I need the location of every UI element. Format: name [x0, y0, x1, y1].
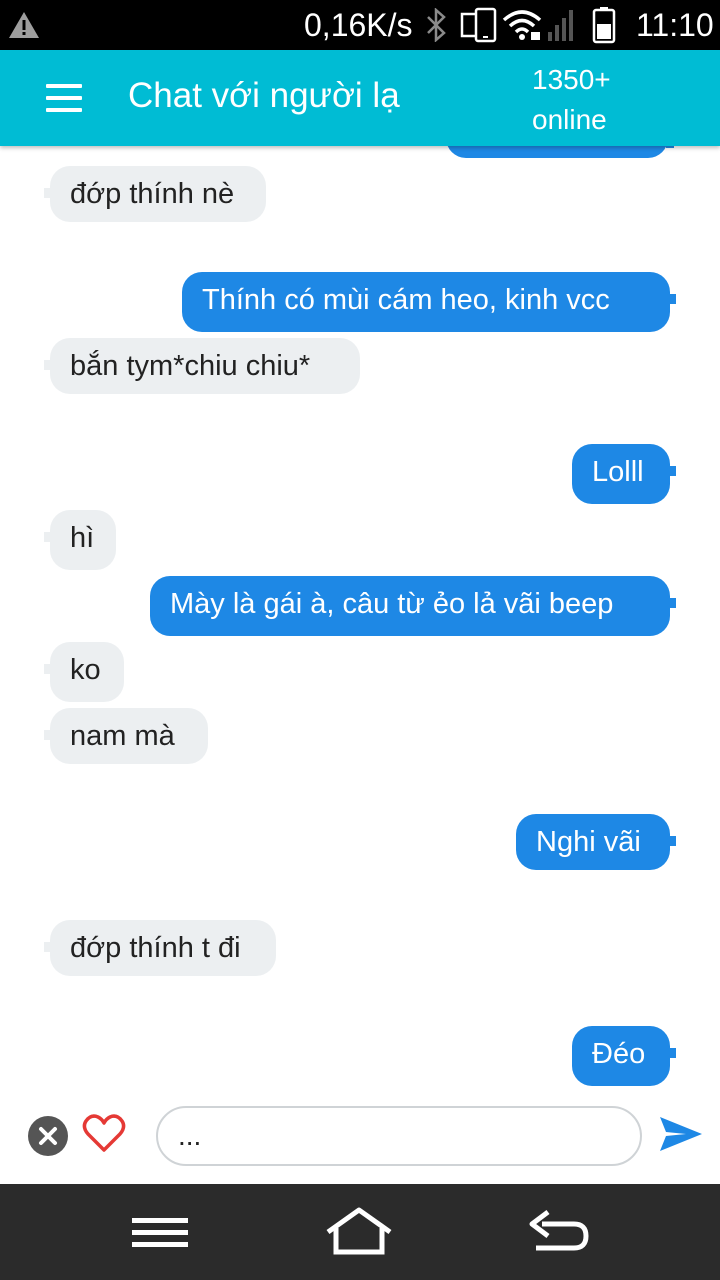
- phone-sync-icon: [460, 6, 498, 49]
- system-nav-bar: [0, 1184, 720, 1280]
- bluetooth-icon: [424, 7, 448, 47]
- message-input[interactable]: [156, 1106, 642, 1166]
- message-bubble-incoming: ko: [44, 642, 124, 702]
- message-bubble-incoming: nam mà: [44, 708, 208, 764]
- network-speed: 0,16K/s: [304, 7, 413, 43]
- status-bar: 0,16K/s 11:10: [0, 0, 720, 50]
- menu-icon[interactable]: [46, 84, 82, 112]
- wifi-icon: [502, 8, 542, 47]
- message-bubble-outgoing: Thính có mùi cám heo, kinh vcc: [182, 272, 676, 332]
- online-counter: 1350+ online: [532, 60, 611, 140]
- heart-icon[interactable]: [82, 1112, 126, 1159]
- chat-area[interactable]: đớp thính nè Thính có mùi cám heo, kinh …: [0, 146, 720, 1096]
- message-bubble-incoming: đớp thính nè: [44, 166, 266, 222]
- message-bubble-outgoing: Nghi vãi: [516, 814, 676, 870]
- message-composer: [0, 1096, 720, 1184]
- message-bubble-incoming: hì: [44, 510, 116, 570]
- online-label: online: [532, 104, 607, 135]
- warning-icon: [8, 10, 40, 45]
- app-bar: Chat với người lạ 1350+ online: [0, 50, 720, 146]
- page-title: Chat với người lạ: [128, 76, 400, 115]
- message-bubble-outgoing: Mày là gái à, câu từ ẻo lả vãi beep: [150, 576, 676, 636]
- close-icon[interactable]: [28, 1116, 68, 1156]
- back-icon[interactable]: [526, 1204, 590, 1265]
- battery-icon: [592, 6, 616, 49]
- online-count: 1350+: [532, 64, 611, 95]
- signal-icon: [546, 8, 578, 47]
- message-bubble-outgoing: Lolll: [572, 444, 676, 504]
- send-icon[interactable]: [658, 1114, 704, 1159]
- status-time: 11:10: [636, 7, 714, 43]
- menu-nav-icon[interactable]: [130, 1204, 190, 1265]
- message-bubble-incoming: bắn tym*chiu chiu*: [44, 338, 360, 394]
- message-bubble-outgoing: Đéo: [572, 1026, 676, 1086]
- home-icon[interactable]: [324, 1204, 394, 1265]
- message-bubble-outgoing-partial: [446, 146, 674, 158]
- message-bubble-incoming: đớp thính t đi: [44, 920, 276, 976]
